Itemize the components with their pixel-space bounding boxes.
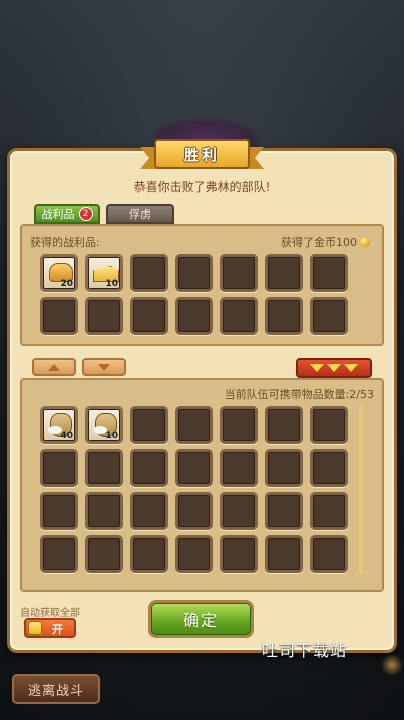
inventory-empty-slot[interactable] [130, 492, 168, 530]
item-quantity: 10 [105, 431, 118, 441]
inventory-empty-slot[interactable] [310, 492, 348, 530]
inventory-empty-slot[interactable] [265, 535, 303, 573]
inventory-item-slot[interactable]: 40 [40, 406, 78, 444]
inventory-empty-slot[interactable] [40, 492, 78, 530]
watermark-text: 吐司下载站 [262, 641, 348, 660]
inventory-empty-slot[interactable] [310, 535, 348, 573]
item-quantity: 40 [60, 431, 73, 441]
scroll-down-button[interactable] [82, 358, 126, 376]
capacity-text: 当前队伍可携带物品数量:2/53 [224, 388, 374, 401]
inventory-empty-slot[interactable] [265, 406, 303, 444]
tab-loot-label: 战利品 [41, 208, 75, 221]
scroll-up-button[interactable] [32, 358, 76, 376]
inventory-empty-slot[interactable] [310, 406, 348, 444]
tab-loot[interactable]: 战利品 2 [34, 204, 100, 224]
toggle-state-text: 开 [52, 623, 63, 636]
ribbon-body: 胜利 [154, 139, 250, 169]
inventory-empty-slot[interactable] [220, 535, 258, 573]
loot-item-slot[interactable]: 20 [40, 254, 78, 292]
inventory-empty-slot[interactable] [85, 449, 123, 487]
inventory-empty-slot[interactable] [175, 406, 213, 444]
inventory-empty-slot[interactable] [175, 449, 213, 487]
loot-empty-slot[interactable] [175, 297, 213, 335]
tab-captives-label: 俘虏 [129, 208, 151, 221]
loot-empty-slot[interactable] [310, 254, 348, 292]
inventory-empty-slot[interactable] [175, 492, 213, 530]
tab-captives[interactable]: 俘虏 [106, 204, 174, 224]
loot-item-slot[interactable]: 10 [85, 254, 123, 292]
loot-empty-slot[interactable] [40, 297, 78, 335]
collect-all-button[interactable] [296, 358, 372, 378]
corner-ornament [380, 655, 404, 675]
inventory-scrollbar[interactable] [359, 404, 363, 574]
loot-empty-slot[interactable] [130, 254, 168, 292]
loot-empty-slot[interactable] [85, 297, 123, 335]
item-quantity: 10 [105, 279, 118, 289]
arrow-down-icon [98, 363, 110, 371]
inventory-empty-slot[interactable] [310, 449, 348, 487]
inventory-empty-slot[interactable] [220, 449, 258, 487]
loot-empty-slot[interactable] [130, 297, 168, 335]
inventory-empty-slot[interactable] [220, 406, 258, 444]
inventory-empty-slot[interactable] [130, 449, 168, 487]
auto-collect-toggle[interactable]: 开 [24, 618, 76, 638]
triple-arrow-down-icon [310, 364, 324, 372]
inventory-empty-slot[interactable] [130, 406, 168, 444]
gold-reward: 获得了金币100 [281, 234, 370, 250]
inventory-empty-slot[interactable] [220, 492, 258, 530]
escape-battle-button[interactable]: 逃离战斗 [12, 674, 100, 704]
triple-arrow-down-icon-2 [327, 364, 341, 372]
inventory-empty-slot[interactable] [265, 449, 303, 487]
victory-message: 恭喜你击败了弗林的部队! [133, 180, 271, 194]
loot-empty-slot[interactable] [265, 254, 303, 292]
tab-loot-badge: 2 [78, 207, 93, 221]
confirm-button[interactable]: 确定 [148, 600, 254, 638]
title-ribbon: 胜利 [140, 137, 264, 173]
loot-empty-slot[interactable] [220, 297, 258, 335]
item-quantity: 20 [60, 279, 73, 289]
inventory-empty-slot[interactable] [85, 492, 123, 530]
loot-empty-slot[interactable] [175, 254, 213, 292]
inventory-empty-slot[interactable] [40, 449, 78, 487]
loot-empty-slot[interactable] [310, 297, 348, 335]
loot-empty-slot[interactable] [220, 254, 258, 292]
arrow-up-icon [48, 363, 60, 371]
inventory-empty-slot[interactable] [265, 492, 303, 530]
toggle-knob [28, 621, 42, 635]
inventory-empty-slot[interactable] [175, 535, 213, 573]
auto-collect-label: 自动获取全部 [20, 608, 80, 619]
triple-arrow-down-icon-3 [344, 364, 358, 372]
inventory-empty-slot[interactable] [85, 535, 123, 573]
inventory-empty-slot[interactable] [40, 535, 78, 573]
gold-reward-text: 获得了金币100 [281, 236, 357, 249]
gold-coin-icon [360, 237, 370, 247]
inventory-empty-slot[interactable] [130, 535, 168, 573]
loot-empty-slot[interactable] [265, 297, 303, 335]
inventory-item-slot[interactable]: 10 [85, 406, 123, 444]
loot-label: 获得的战利品: [30, 236, 100, 249]
dialog-title: 胜利 [183, 145, 220, 164]
